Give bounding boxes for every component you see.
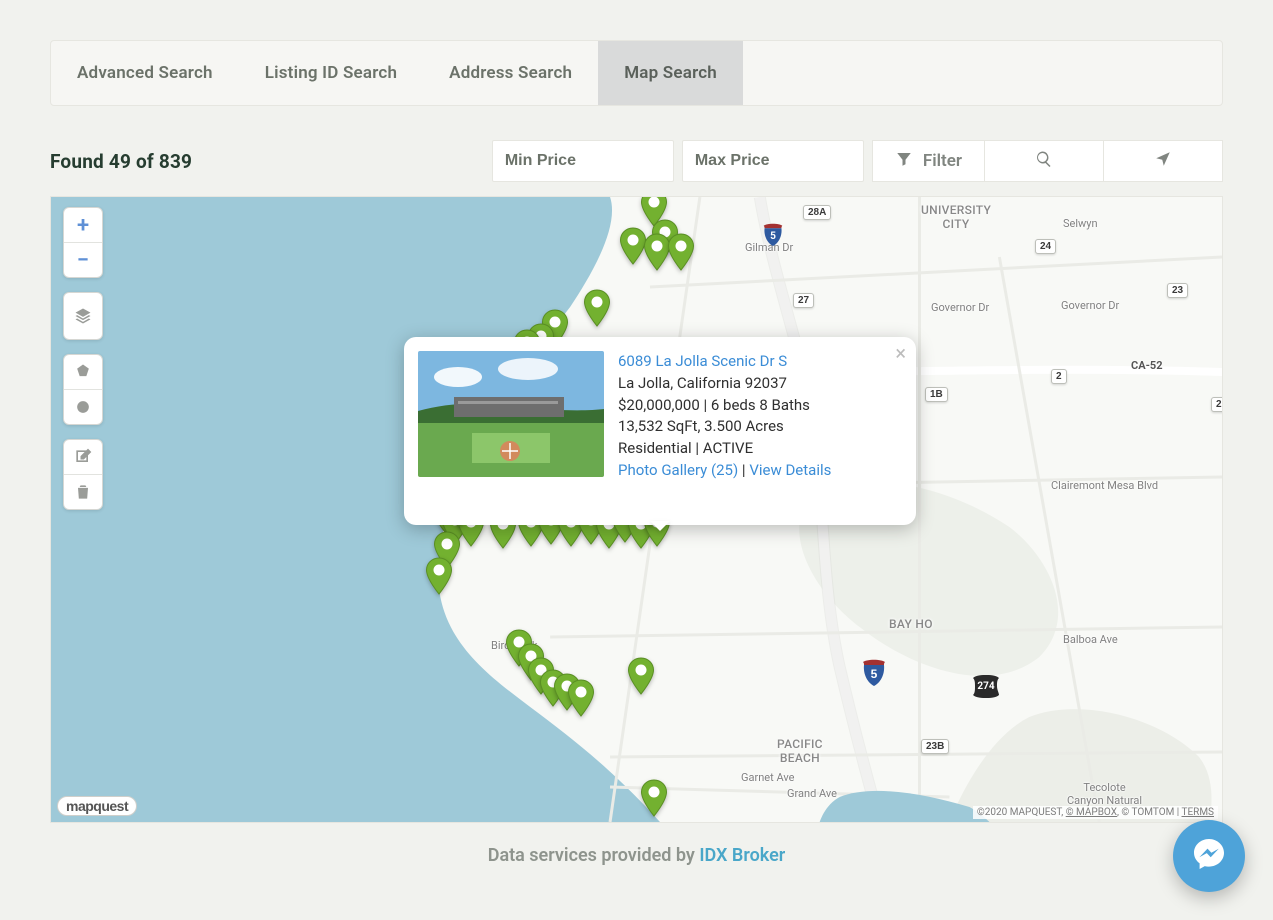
close-icon: ×	[895, 341, 906, 365]
listing-popup: 6089 La Jolla Scenic Dr S La Jolla, Cali…	[404, 337, 916, 525]
min-price-input[interactable]	[492, 140, 674, 182]
zoom-in-button[interactable]: +	[64, 208, 102, 242]
popup-location: La Jolla, California 92037	[618, 374, 787, 392]
mapbox-link[interactable]: © MAPBOX	[1066, 807, 1117, 818]
tab-map-search[interactable]: Map Search	[598, 41, 743, 105]
exit-badge: 23	[1167, 283, 1188, 298]
map-pin[interactable]	[627, 657, 655, 695]
map-toolbar: Found 49 of 839 Filter	[50, 140, 1223, 182]
exit-badge: 1B	[925, 387, 948, 402]
results-count: Found 49 of 839	[50, 150, 492, 173]
map-pin[interactable]	[667, 233, 695, 271]
exit-badge: 28A	[803, 205, 831, 220]
messenger-button[interactable]	[1173, 820, 1245, 892]
exit-badge: 23B	[921, 739, 949, 754]
funnel-icon	[895, 150, 913, 173]
map-pin[interactable]	[640, 779, 668, 817]
filter-button[interactable]: Filter	[872, 140, 985, 182]
draw-circle-button[interactable]	[64, 389, 102, 424]
edit-shape-button[interactable]	[64, 440, 102, 474]
locate-me-button[interactable]	[1104, 140, 1223, 182]
popup-thumbnail[interactable]	[418, 351, 604, 477]
exit-badge: 2	[1051, 369, 1067, 384]
map-pin[interactable]	[425, 557, 453, 595]
map-pin[interactable]	[567, 679, 595, 717]
search-icon	[1035, 150, 1053, 173]
tab-advanced-search[interactable]: Advanced Search	[51, 41, 239, 105]
search-button[interactable]	[985, 140, 1104, 182]
mapquest-logo: mapquest	[57, 796, 137, 816]
max-price-input[interactable]	[682, 140, 864, 182]
messenger-icon	[1189, 834, 1229, 878]
idx-broker-link[interactable]: IDX Broker	[699, 845, 785, 866]
popup-view-details-link[interactable]: View Details	[749, 461, 831, 479]
draw-polygon-button[interactable]	[64, 355, 102, 389]
popup-sqft: 13,532 SqFt, 3.500 Acres	[618, 417, 784, 435]
popup-details: 6089 La Jolla Scenic Dr S La Jolla, Cali…	[618, 351, 831, 511]
map-pin[interactable]	[583, 289, 611, 327]
zoom-out-button[interactable]: −	[64, 242, 102, 277]
popup-type-status: Residential | ACTIVE	[618, 439, 753, 457]
footer: Data services provided by IDX Broker	[50, 845, 1223, 866]
terms-link[interactable]: TERMS	[1182, 807, 1214, 818]
exit-badge: 24	[1035, 239, 1056, 254]
filter-label: Filter	[923, 151, 962, 171]
popup-price-beds: $20,000,000 | 6 beds 8 Baths	[618, 396, 810, 414]
tab-listing-id-search[interactable]: Listing ID Search	[239, 41, 423, 105]
exit-badge: 27	[793, 293, 814, 308]
delete-shape-button[interactable]	[64, 474, 102, 509]
search-tabs: Advanced Search Listing ID Search Addres…	[50, 40, 1223, 106]
location-arrow-icon	[1154, 150, 1172, 173]
exit-badge: 2	[1211, 397, 1223, 412]
map[interactable]: + −	[50, 196, 1223, 823]
layers-button[interactable]	[64, 293, 102, 339]
action-buttons: Filter	[872, 140, 1223, 182]
popup-close-button[interactable]: ×	[895, 343, 906, 363]
tab-address-search[interactable]: Address Search	[423, 41, 598, 105]
popup-photo-gallery-link[interactable]: Photo Gallery (25)	[618, 461, 738, 479]
attribution: ©2020 MAPQUEST, © MAPBOX, © TOMTOM | TER…	[973, 806, 1218, 819]
popup-title-link[interactable]: 6089 La Jolla Scenic Dr S	[618, 352, 787, 370]
map-controls: + −	[63, 207, 103, 510]
